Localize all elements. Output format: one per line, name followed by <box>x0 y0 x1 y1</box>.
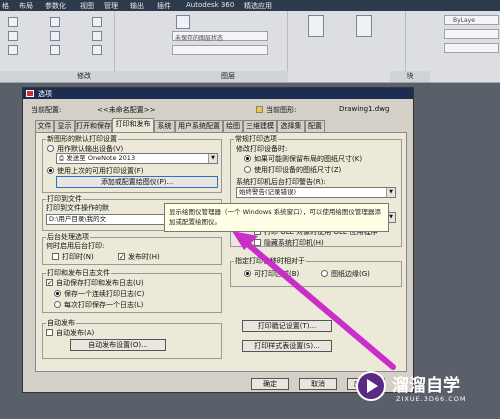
watermark-url: ZIXUE.3D66.COM <box>396 395 467 403</box>
watermark-text: 溜溜自学 <box>392 376 460 396</box>
play-logo-icon <box>356 371 386 401</box>
annotation-arrow <box>232 231 396 370</box>
tab-plot-publish[interactable]: 打印和发布 <box>112 118 154 132</box>
watermark: 溜溜自学 ZIXUE.3D66.COM <box>354 363 500 419</box>
